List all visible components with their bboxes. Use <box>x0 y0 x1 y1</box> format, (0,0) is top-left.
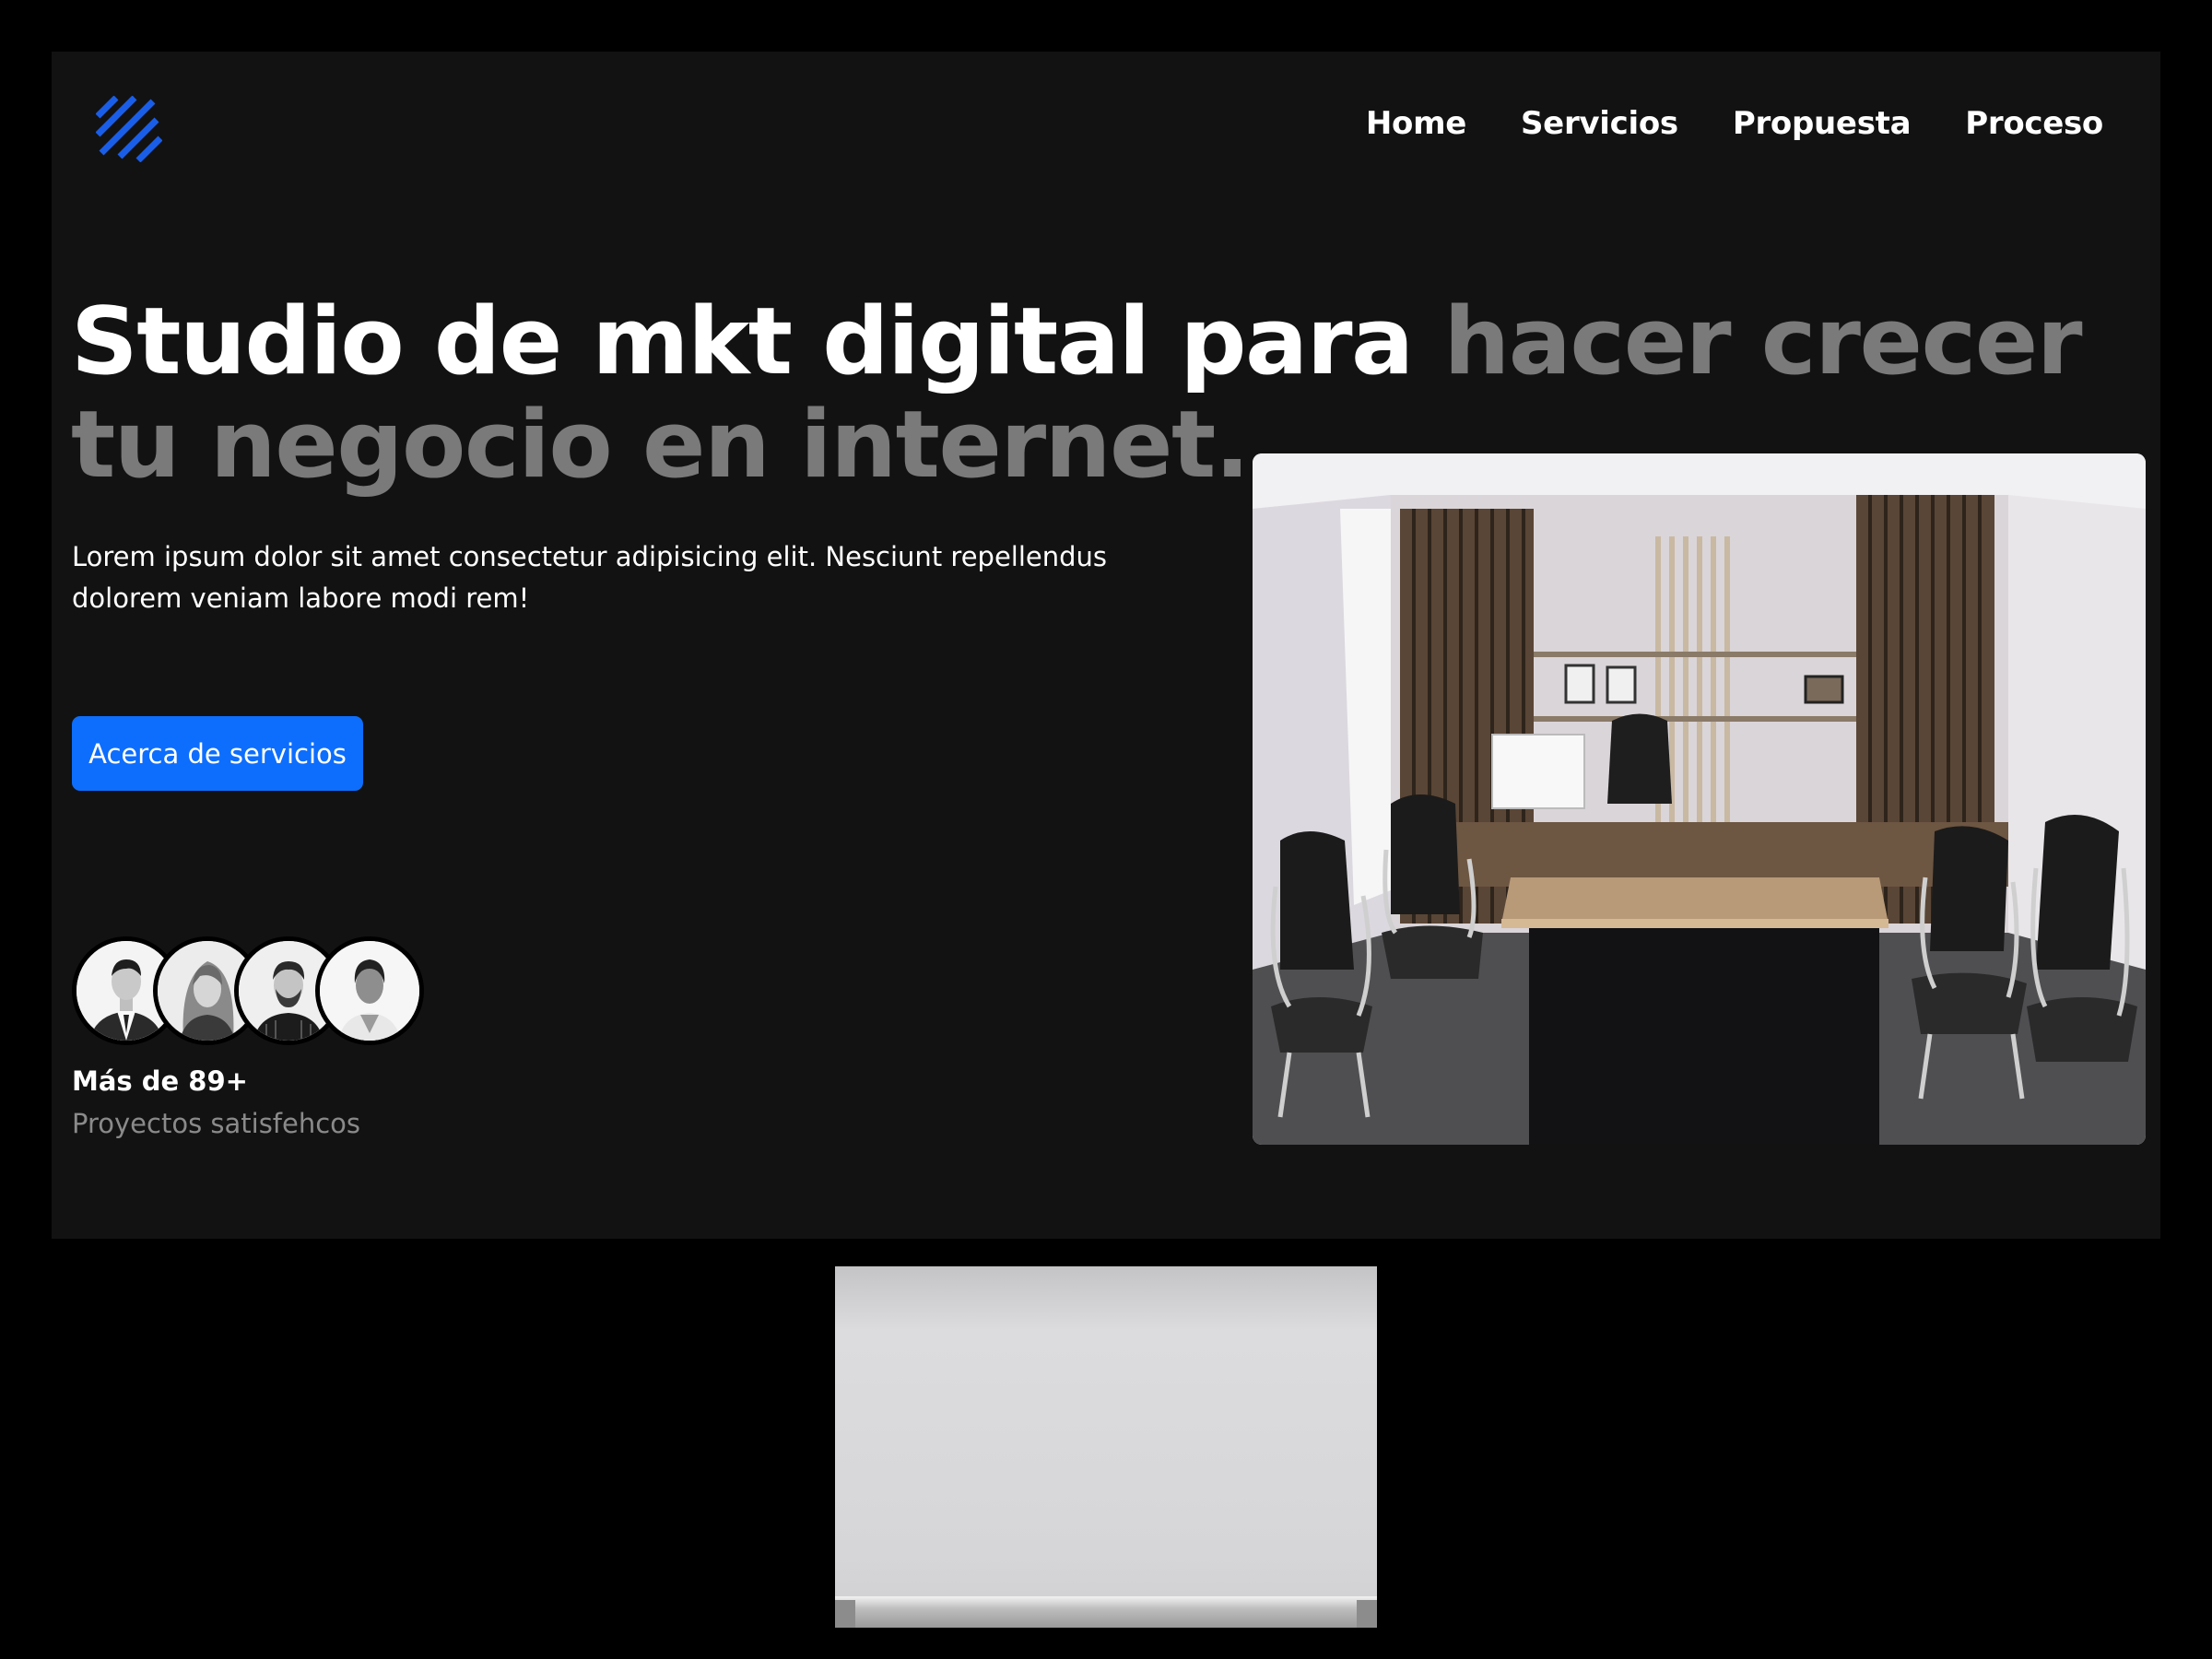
avatar-woman-blazer-icon <box>320 941 419 1041</box>
main-nav: Home Servicios Propuesta Proceso <box>1366 105 2103 142</box>
stand-edge-left <box>835 1600 855 1628</box>
monitor-stand <box>835 1266 1377 1628</box>
headline-primary: Studio de mkt digital para <box>71 287 1414 395</box>
nav-proceso[interactable]: Proceso <box>1965 105 2103 142</box>
avatar <box>315 936 424 1045</box>
nav-servicios[interactable]: Servicios <box>1521 105 1678 142</box>
monitor-stand-base <box>835 1596 1377 1628</box>
hero-description: Lorem ipsum dolor sit amet consectetur a… <box>72 541 1108 614</box>
logo-icon[interactable] <box>96 96 162 162</box>
projects-label: Proyectos satisfehcos <box>72 1108 361 1139</box>
nav-home[interactable]: Home <box>1366 105 1466 142</box>
office-room-image <box>1253 453 2146 1145</box>
services-button[interactable]: Acerca de servicios <box>72 716 363 791</box>
projects-count: Más de 89+ <box>72 1065 248 1097</box>
stand-edge-right <box>1357 1600 1377 1628</box>
browser-viewport: Home Servicios Propuesta Proceso Studio … <box>52 52 2160 1239</box>
nav-propuesta[interactable]: Propuesta <box>1733 105 1912 142</box>
office-photo <box>1253 453 2146 1145</box>
